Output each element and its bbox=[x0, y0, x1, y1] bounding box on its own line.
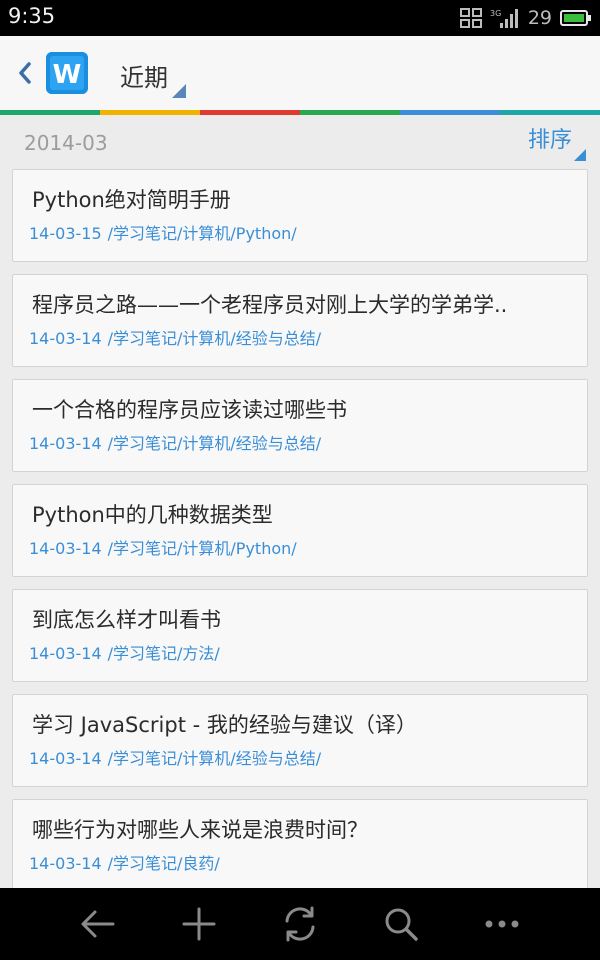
note-date: 14-03-14 bbox=[29, 749, 102, 768]
note-item[interactable]: 到底怎么样才叫看书 14-03-14/学习笔记/方法/ bbox=[12, 589, 588, 682]
note-path: /学习笔记/计算机/经验与总结/ bbox=[107, 749, 322, 768]
bottom-toolbar bbox=[0, 888, 600, 960]
status-bar: 9:35 3G 29 bbox=[0, 0, 600, 36]
add-icon bbox=[182, 907, 216, 941]
dropdown-corner-icon bbox=[172, 84, 186, 98]
note-title: 程序员之路——一个老程序员对刚上大学的学弟学.. bbox=[32, 293, 508, 317]
section-date: 2014-03 bbox=[24, 131, 108, 155]
sort-label: 排序 bbox=[527, 128, 572, 153]
note-title: 一个合格的程序员应该读过哪些书 bbox=[32, 398, 347, 422]
section-header: 2014-03 排序 bbox=[0, 115, 600, 167]
app-header: W 近期 bbox=[0, 36, 600, 110]
status-time: 9:35 bbox=[8, 4, 56, 28]
chevron-left-icon bbox=[19, 62, 31, 84]
note-path: /学习笔记/计算机/Python/ bbox=[107, 224, 297, 243]
search-icon bbox=[385, 908, 418, 941]
dropdown-corner-icon bbox=[574, 149, 586, 161]
note-meta: 14-03-14/学习笔记/良药/ bbox=[29, 850, 220, 874]
page-title: 近期 bbox=[120, 64, 168, 92]
note-path: /学习笔记/良药/ bbox=[107, 854, 220, 873]
note-meta: 14-03-14/学习笔记/计算机/经验与总结/ bbox=[29, 325, 321, 349]
sync-icon bbox=[285, 906, 315, 942]
note-date: 14-03-14 bbox=[29, 644, 102, 663]
note-path: /学习笔记/方法/ bbox=[107, 644, 220, 663]
note-item[interactable]: 程序员之路——一个老程序员对刚上大学的学弟学.. 14-03-14/学习笔记/计… bbox=[12, 274, 588, 367]
back-button[interactable] bbox=[12, 56, 38, 90]
network-type: 3G bbox=[490, 9, 501, 18]
wiz-logo-icon: W bbox=[46, 52, 88, 94]
note-path: /学习笔记/计算机/经验与总结/ bbox=[107, 434, 322, 453]
note-item[interactable]: 一个合格的程序员应该读过哪些书 14-03-14/学习笔记/计算机/经验与总结/ bbox=[12, 379, 588, 472]
note-path: /学习笔记/计算机/经验与总结/ bbox=[107, 329, 322, 348]
note-title: Python中的几种数据类型 bbox=[32, 503, 273, 527]
note-meta: 14-03-14/学习笔记/计算机/Python/ bbox=[29, 535, 297, 559]
note-meta: 14-03-14/学习笔记/方法/ bbox=[29, 640, 220, 664]
note-meta: 14-03-15/学习笔记/计算机/Python/ bbox=[29, 220, 297, 244]
note-title: 到底怎么样才叫看书 bbox=[32, 608, 221, 632]
more-icon bbox=[485, 920, 519, 928]
note-title: 哪些行为对哪些人来说是浪费时间？ bbox=[32, 818, 368, 842]
note-title: Python绝对简明手册 bbox=[32, 188, 231, 212]
note-meta: 14-03-14/学习笔记/计算机/经验与总结/ bbox=[29, 745, 321, 769]
screenshot-icon bbox=[459, 8, 482, 28]
note-item[interactable]: 学习 JavaScript - 我的经验与建议（译） 14-03-14/学习笔记… bbox=[12, 694, 588, 787]
back-arrow-icon bbox=[81, 910, 115, 938]
folder-selector[interactable]: 近期 bbox=[110, 48, 190, 100]
sort-button[interactable]: 排序 bbox=[528, 125, 586, 161]
note-date: 14-03-14 bbox=[29, 329, 102, 348]
app-logo[interactable]: W bbox=[46, 52, 88, 94]
battery-level: 29 bbox=[527, 7, 552, 29]
note-date: 14-03-14 bbox=[29, 539, 102, 558]
battery-icon bbox=[560, 9, 592, 27]
note-date: 14-03-15 bbox=[29, 224, 102, 243]
more-button[interactable] bbox=[474, 896, 530, 952]
note-title: 学习 JavaScript - 我的经验与建议（译） bbox=[32, 713, 417, 737]
note-item[interactable]: Python中的几种数据类型 14-03-14/学习笔记/计算机/Python/ bbox=[12, 484, 588, 577]
back-nav-button[interactable] bbox=[70, 896, 126, 952]
note-date: 14-03-14 bbox=[29, 434, 102, 453]
note-meta: 14-03-14/学习笔记/计算机/经验与总结/ bbox=[29, 430, 321, 454]
note-item[interactable]: 哪些行为对哪些人来说是浪费时间？ 14-03-14/学习笔记/良药/ bbox=[12, 799, 588, 888]
note-date: 14-03-14 bbox=[29, 854, 102, 873]
sync-button[interactable] bbox=[272, 896, 328, 952]
note-path: /学习笔记/计算机/Python/ bbox=[107, 539, 297, 558]
status-icons: 3G 29 bbox=[459, 0, 592, 36]
add-note-button[interactable] bbox=[171, 896, 227, 952]
notes-list[interactable]: Python绝对简明手册 14-03-15/学习笔记/计算机/Python/ 程… bbox=[12, 169, 588, 888]
note-item[interactable]: Python绝对简明手册 14-03-15/学习笔记/计算机/Python/ bbox=[12, 169, 588, 262]
app-logo-letter: W bbox=[53, 60, 82, 90]
signal-icon: 3G bbox=[490, 7, 520, 29]
search-button[interactable] bbox=[373, 896, 429, 952]
